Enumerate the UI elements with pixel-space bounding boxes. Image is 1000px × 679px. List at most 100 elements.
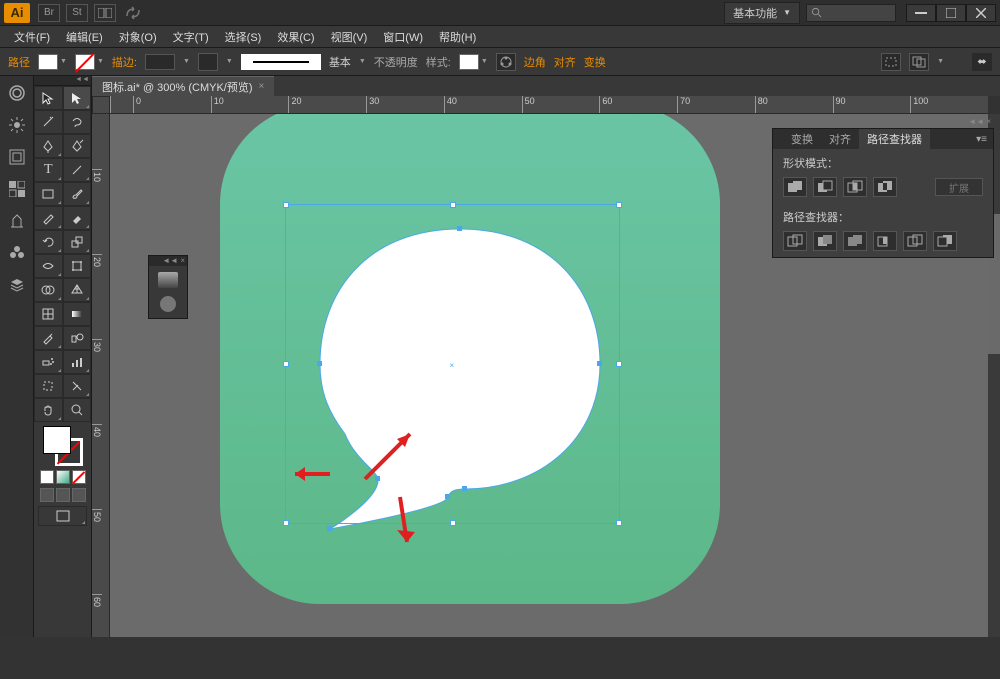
panel-menu-icon[interactable]: ▾≡ [970,134,993,145]
menu-file[interactable]: 文件(F) [6,27,58,47]
panel-collapse-icon[interactable]: ◄◄ × [968,117,991,126]
brushes-icon[interactable] [6,114,28,136]
resize-handle[interactable] [283,361,289,367]
menu-effect[interactable]: 效果(C) [269,27,322,47]
blend-tool[interactable] [63,326,92,350]
symbols-lib-icon[interactable] [6,242,28,264]
draw-inside[interactable] [72,488,86,502]
align-link[interactable]: 对齐 [554,54,576,70]
tab-align[interactable]: 对齐 [821,129,859,149]
resize-handle[interactable] [616,520,622,526]
stroke-swatch[interactable]: ▼ [75,54,104,70]
horizontal-ruler[interactable]: 010 2030 4050 6070 8090 100 [110,96,988,114]
direct-selection-tool[interactable] [63,86,92,110]
recolor-button[interactable] [496,53,516,71]
perspective-tool[interactable] [63,278,92,302]
resize-handle[interactable] [450,520,456,526]
panel-collapse-icon[interactable]: ◄◄ × [149,256,187,266]
color-mode-gradient[interactable] [56,470,70,484]
draw-behind[interactable] [56,488,70,502]
minimize-button[interactable] [906,4,936,22]
brush-preview[interactable] [241,54,321,70]
resize-handle[interactable] [616,361,622,367]
eyedropper-tool[interactable] [34,326,63,350]
layers-icon[interactable] [6,274,28,296]
resize-handle[interactable] [283,202,289,208]
curvature-tool[interactable] [63,134,92,158]
magic-wand-tool[interactable] [34,110,63,134]
mask-button[interactable] [909,53,929,71]
merge-button[interactable] [843,231,867,251]
menu-help[interactable]: 帮助(H) [431,27,484,47]
outline-button[interactable] [903,231,927,251]
transform-link[interactable]: 变换 [584,54,606,70]
maximize-button[interactable] [936,4,966,22]
rectangle-tool[interactable] [34,182,63,206]
vsp-button[interactable] [198,53,218,71]
mesh-tool[interactable] [34,302,63,326]
menu-window[interactable]: 窗口(W) [375,27,431,47]
width-tool[interactable] [34,254,63,278]
document-tab[interactable]: 图标.ai* @ 300% (CMYK/预览) × [92,76,274,97]
unite-button[interactable] [783,177,807,197]
selection-bounding-box[interactable]: × [285,204,620,524]
stroke-weight-input[interactable] [145,54,175,70]
slice-tool[interactable] [63,374,92,398]
cc-libraries-icon[interactable] [6,82,28,104]
tab-transform[interactable]: 变换 [783,129,821,149]
shape-builder-tool[interactable] [34,278,63,302]
selection-tool[interactable] [34,86,63,110]
lasso-tool[interactable] [63,110,92,134]
graph-tool[interactable] [63,350,92,374]
pathfinder-panel[interactable]: ◄◄ × 变换 对齐 路径查找器 ▾≡ 形状模式： 扩展 路径查找器： [772,128,994,258]
bridge-icon[interactable]: Br [38,4,60,22]
search-input[interactable] [806,4,896,22]
intersect-button[interactable] [843,177,867,197]
gradient-tool[interactable] [63,302,92,326]
zoom-tool[interactable] [63,398,92,422]
style-swatch[interactable]: ▼ [459,54,488,70]
floating-mini-panel[interactable]: ◄◄ × [148,255,188,319]
menu-edit[interactable]: 编辑(E) [58,27,111,47]
trim-button[interactable] [813,231,837,251]
symbol-sprayer-tool[interactable] [34,350,63,374]
fill-swatch[interactable]: ▼ [38,54,67,70]
fill-stroke-indicator[interactable] [43,426,83,466]
expand-button[interactable]: 扩展 [935,178,983,196]
fill-color[interactable] [43,426,71,454]
rotate-tool[interactable] [34,230,63,254]
menu-select[interactable]: 选择(S) [217,27,270,47]
workspace-switcher[interactable]: 基本功能 ▼ [724,2,800,24]
crop-button[interactable] [873,231,897,251]
close-button[interactable] [966,4,996,22]
sync-icon[interactable] [122,4,144,22]
arrange-icon[interactable] [94,4,116,22]
line-tool[interactable] [63,158,92,182]
expand-control-icon[interactable]: ⬌ [972,53,992,71]
menu-view[interactable]: 视图(V) [323,27,376,47]
resize-handle[interactable] [450,202,456,208]
screen-mode[interactable] [38,506,87,526]
paintbrush-tool[interactable] [63,182,92,206]
symbols-icon[interactable] [6,146,28,168]
minus-back-button[interactable] [933,231,957,251]
isolate-button[interactable] [881,53,901,71]
color-mode-none[interactable] [72,470,86,484]
brush-lib-icon[interactable] [6,210,28,232]
gradient-panel-icon[interactable] [158,272,178,288]
vertical-ruler[interactable]: 1020 3040 5060 [92,114,110,637]
minus-front-button[interactable] [813,177,837,197]
pen-tool[interactable] [34,134,63,158]
stock-icon[interactable]: St [66,4,88,22]
menu-type[interactable]: 文字(T) [165,27,217,47]
ruler-origin[interactable] [92,96,110,114]
tab-pathfinder[interactable]: 路径查找器 [859,129,930,149]
swatches-icon[interactable] [6,178,28,200]
pencil-tool[interactable] [34,206,63,230]
menu-object[interactable]: 对象(O) [111,27,165,47]
free-transform-tool[interactable] [63,254,92,278]
scale-tool[interactable] [63,230,92,254]
hand-tool[interactable] [34,398,63,422]
appearance-panel-icon[interactable] [160,296,176,312]
corners-link[interactable]: 边角 [524,54,546,70]
